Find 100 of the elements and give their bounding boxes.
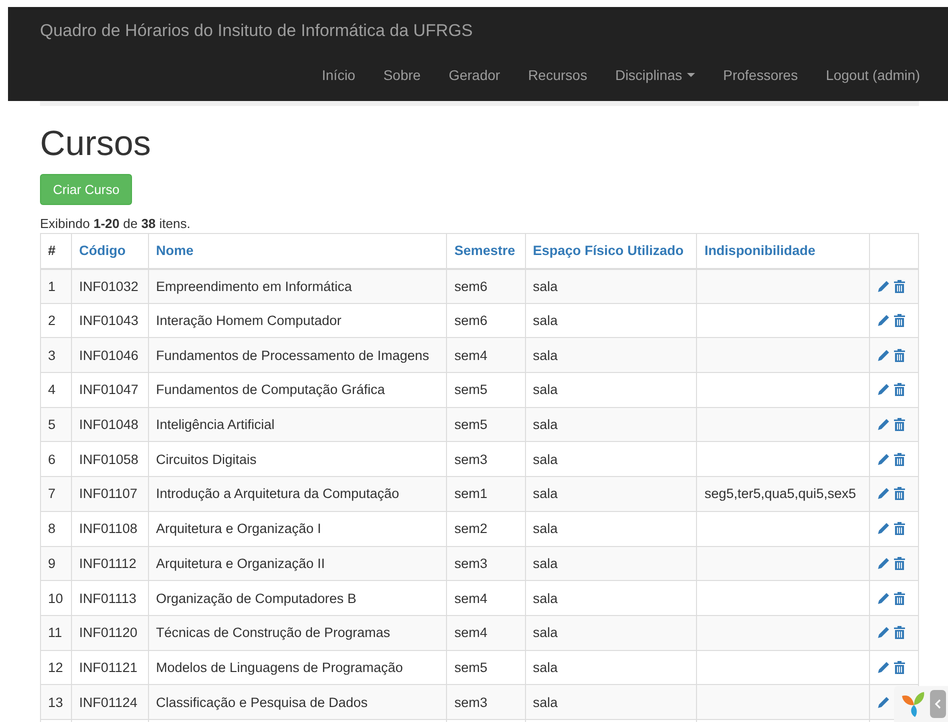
table-cell: seg5,ter5,qua5,qui5,sex5 — [704, 486, 856, 502]
table-cell: 5 — [48, 417, 56, 432]
trash-icon[interactable] — [893, 418, 906, 432]
table-cell: sem5 — [454, 417, 488, 432]
table-cell: INF01048 — [79, 417, 138, 432]
nav-link[interactable]: Recursos — [514, 67, 602, 83]
chevron-left-icon — [935, 699, 941, 709]
table-cell: sem4 — [454, 590, 488, 606]
nav-link[interactable]: Início — [308, 67, 370, 83]
table-cell: Organização de Computadores B — [156, 590, 356, 606]
table-cell: 4 — [48, 382, 56, 398]
table-cell: sala — [532, 417, 558, 432]
table-cell: sem4 — [454, 348, 488, 363]
brand-link[interactable]: Quadro de Hórarios do Insituto de Informática da UFRGS — [40, 7, 948, 53]
table-cell: Empreendimento em Informática — [156, 278, 352, 294]
table-cell: sala — [532, 313, 558, 328]
table-cell: INF01043 — [79, 313, 138, 328]
table-cell: Interação Homem Computador — [156, 313, 342, 328]
table-cell: 10 — [48, 590, 64, 606]
table-cell: sem4 — [454, 625, 488, 640]
table-cell: INF01107 — [79, 486, 138, 502]
table-cell: Modelos de Linguagens de Programação — [156, 660, 403, 675]
pencil-icon[interactable] — [877, 383, 890, 396]
trash-icon[interactable] — [893, 592, 906, 605]
table-cell: sala — [532, 486, 558, 502]
table-cell: sem3 — [454, 452, 488, 467]
table-cell: INF01047 — [79, 382, 138, 398]
pencil-icon[interactable] — [877, 314, 890, 328]
table-cell: sem5 — [454, 382, 488, 398]
trash-icon[interactable] — [893, 314, 906, 328]
table-cell: 2 — [48, 313, 56, 328]
trash-icon[interactable] — [893, 626, 906, 640]
table-cell: Circuitos Digitais — [156, 452, 257, 467]
table-cell: 11 — [48, 625, 62, 640]
table-cell: sem6 — [454, 278, 488, 294]
page-title: Cursos — [40, 124, 152, 164]
table-cell: sala — [532, 521, 558, 536]
logo-icon[interactable] — [900, 690, 926, 718]
table-cell: Introdução a Arquitetura da Computação — [156, 486, 400, 502]
table-cell: Fundamentos de Processamento de Imagens — [156, 348, 430, 363]
pencil-icon[interactable] — [877, 487, 890, 500]
table-cell: 1 — [48, 278, 56, 294]
trash-icon[interactable] — [893, 556, 906, 570]
pencil-icon[interactable] — [877, 418, 890, 432]
column-header: # — [40, 234, 72, 268]
table-cell: Arquitetura e Organização I — [156, 521, 322, 536]
pencil-icon[interactable] — [877, 556, 890, 570]
pencil-icon[interactable] — [877, 696, 890, 709]
table-cell: sala — [532, 382, 558, 398]
table-cell: sem2 — [454, 521, 488, 536]
pencil-icon[interactable] — [877, 348, 890, 362]
table-cell: Inteligência Artificial — [156, 417, 275, 432]
table-cell: INF01032 — [79, 278, 138, 294]
toggle-button[interactable] — [930, 690, 946, 718]
table-cell: 8 — [48, 521, 56, 536]
table-cell: INF01121 — [79, 660, 138, 675]
table-cell: sala — [532, 278, 558, 294]
nav-link[interactable]: Professores — [709, 67, 812, 83]
trash-icon[interactable] — [893, 660, 906, 674]
table-cell: sala — [532, 556, 558, 571]
nav-link[interactable]: Gerador — [434, 67, 514, 83]
table-cell: sala — [532, 590, 558, 606]
table-cell: INF01058 — [79, 452, 138, 467]
table-cell: Classificação e Pesquisa de Dados — [156, 694, 368, 710]
trash-icon[interactable] — [893, 522, 906, 536]
table-cell: INF01124 — [79, 694, 138, 710]
table-cell: 3 — [48, 348, 56, 363]
table-cell: INF01112 — [79, 556, 136, 571]
pencil-icon[interactable] — [877, 280, 890, 293]
trash-icon[interactable] — [893, 348, 906, 362]
pencil-icon[interactable] — [877, 592, 890, 605]
nav-link[interactable]: Logout (admin) — [812, 67, 934, 83]
table-cell: sem3 — [454, 694, 488, 710]
pencil-icon[interactable] — [877, 452, 890, 466]
table-cell: Técnicas de Construção de Programas — [156, 625, 390, 640]
table-cell: 9 — [48, 556, 56, 571]
table-cell: sem5 — [454, 660, 488, 675]
nav-link[interactable]: Sobre — [369, 67, 435, 83]
trash-icon[interactable] — [893, 383, 906, 396]
pencil-icon[interactable] — [877, 626, 890, 640]
trash-icon[interactable] — [893, 452, 906, 466]
table-cell: Fundamentos de Computação Gráfica — [156, 382, 385, 398]
table-cell: INF01108 — [79, 521, 138, 536]
nav-link[interactable]: Disciplinas — [601, 67, 710, 83]
trash-icon[interactable] — [893, 280, 906, 293]
table-cell: 6 — [48, 452, 56, 467]
summary-text: Exibindo 1-20 de 38 itens. — [40, 216, 192, 231]
trash-icon[interactable] — [893, 487, 906, 500]
table-cell: Arquitetura e Organização II — [156, 556, 325, 571]
table-cell: INF01046 — [79, 348, 138, 363]
pencil-icon[interactable] — [877, 660, 890, 674]
table-cell: sala — [532, 348, 558, 363]
table-cell: 13 — [48, 694, 64, 710]
pencil-icon[interactable] — [877, 522, 890, 536]
table-cell: sem1 — [454, 486, 488, 502]
table-cell: sala — [532, 660, 558, 675]
table-cell: INF01113 — [79, 590, 136, 606]
table-cell: INF01120 — [79, 625, 138, 640]
table-cell: sem6 — [454, 313, 488, 328]
table-cell: 12 — [48, 660, 64, 675]
